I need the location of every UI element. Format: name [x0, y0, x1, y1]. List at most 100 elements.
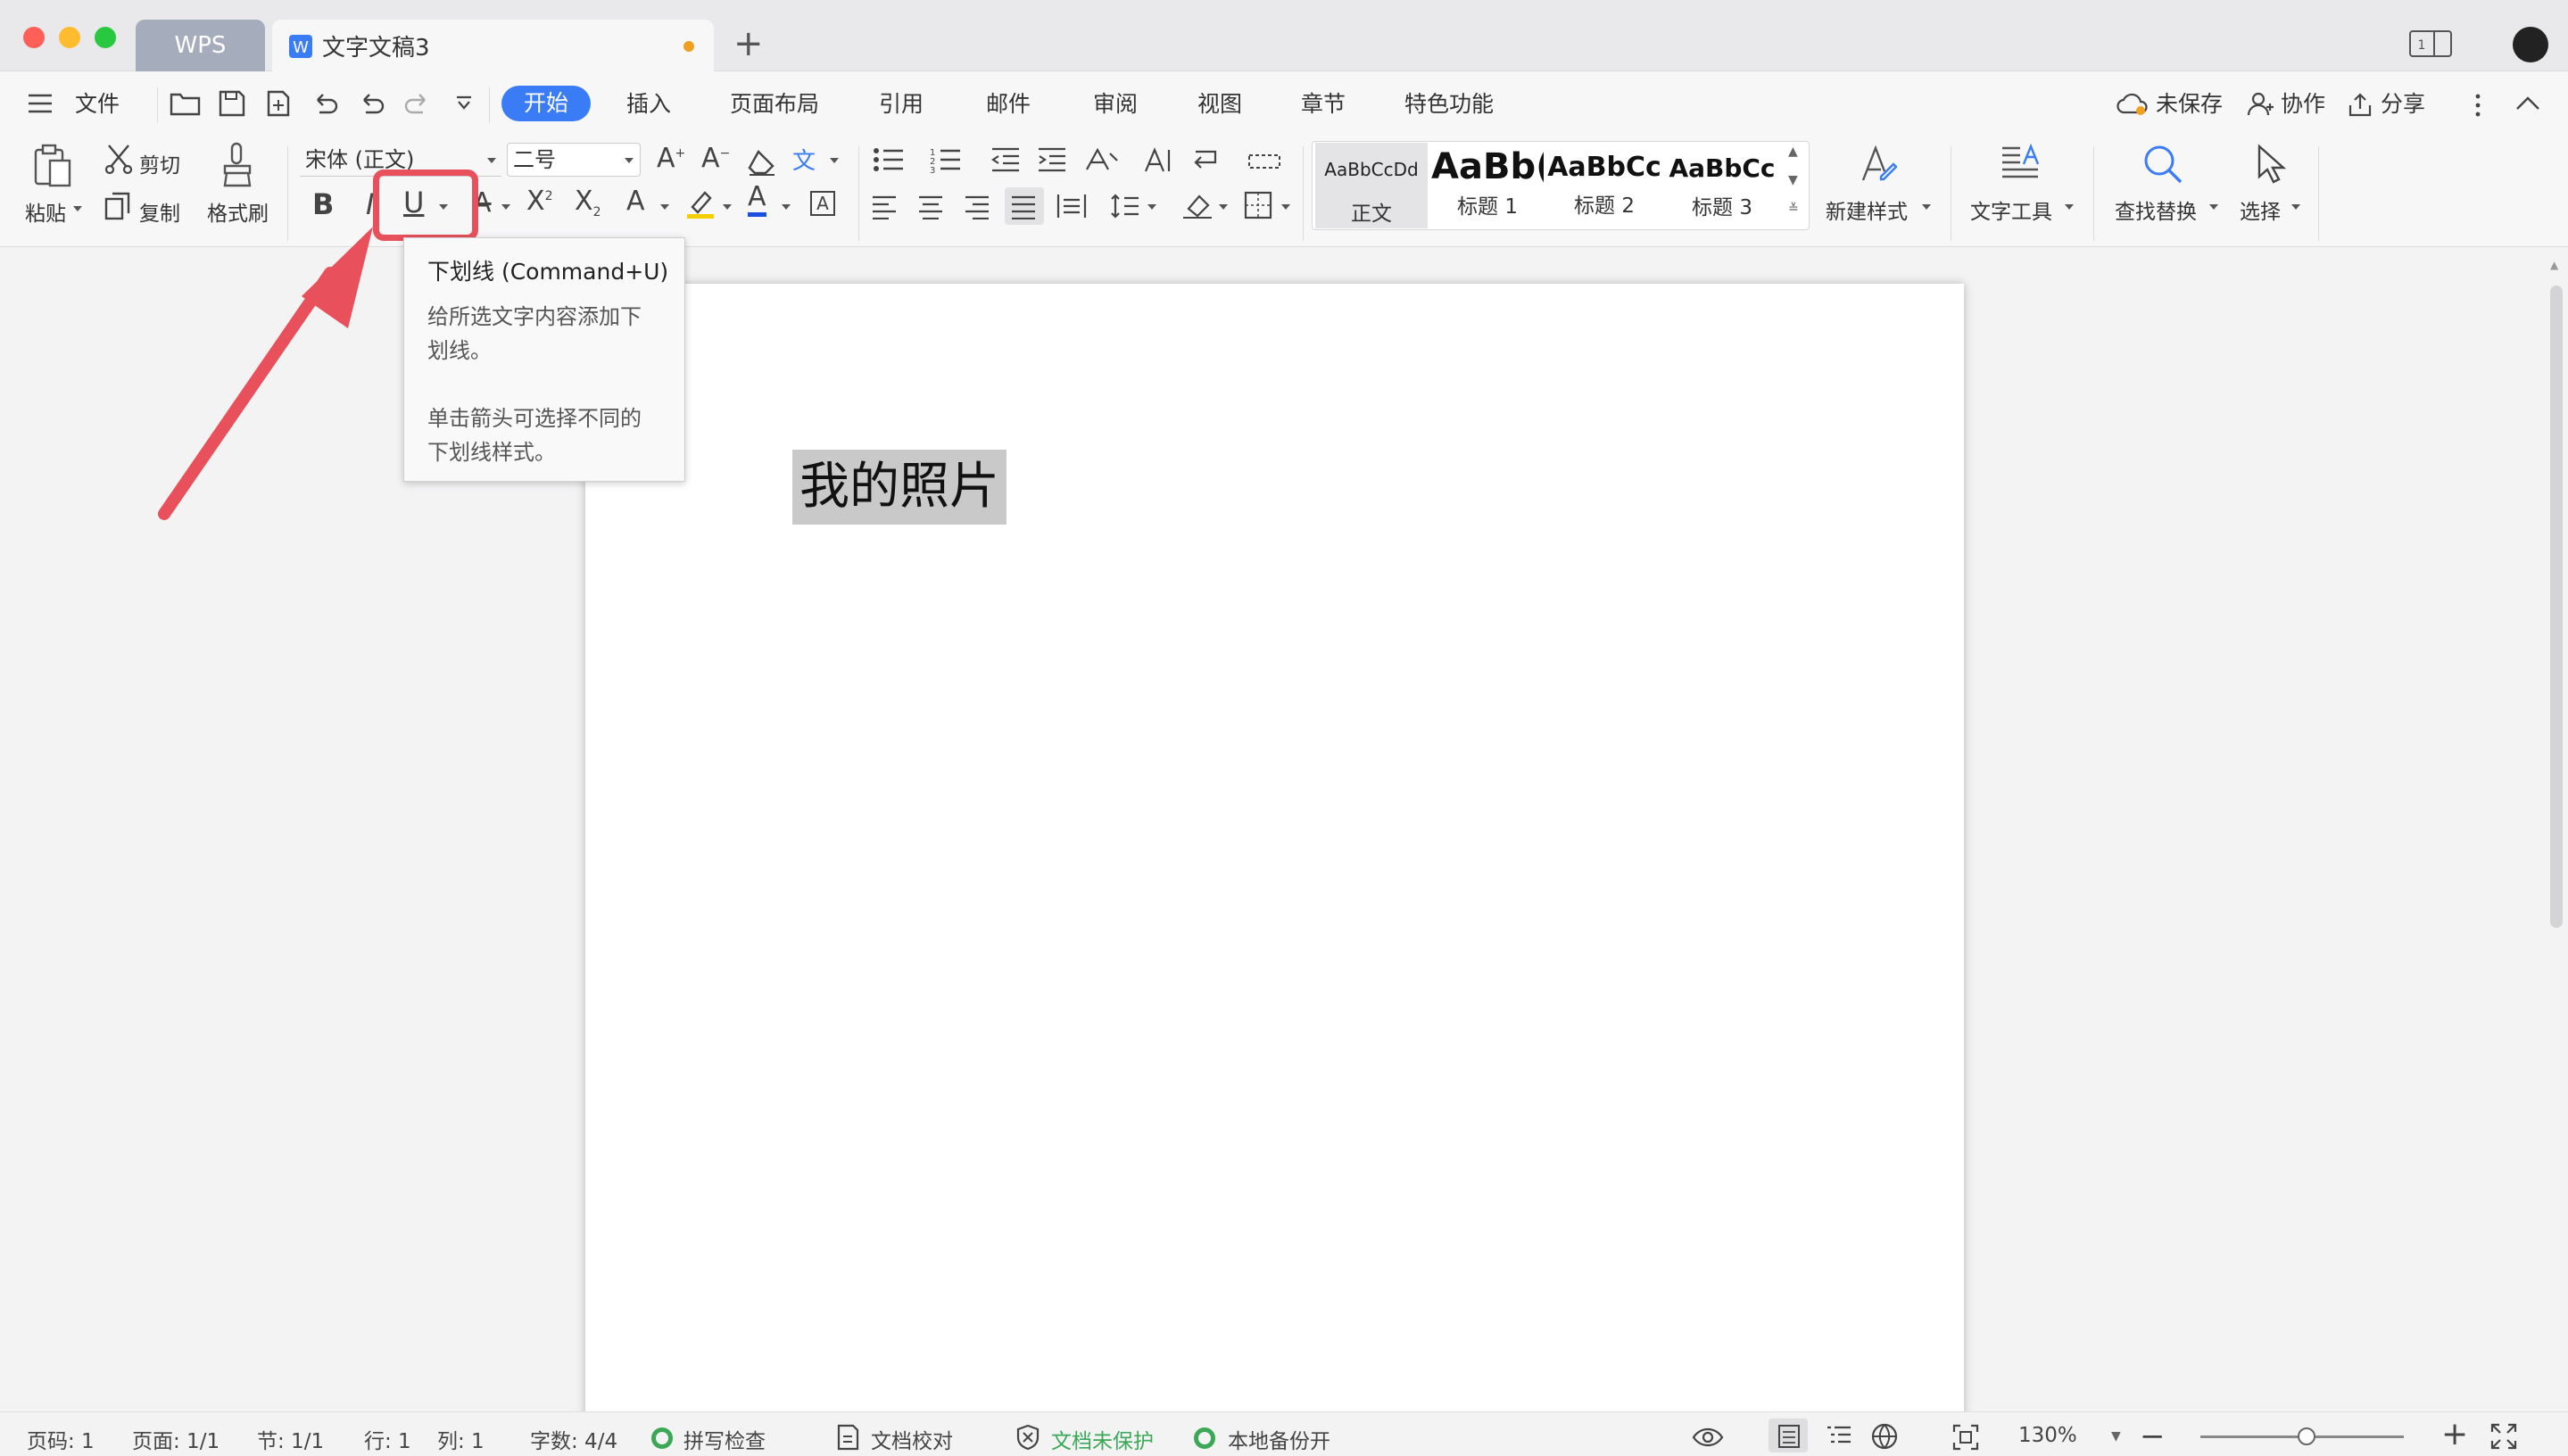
collapse-ribbon-icon[interactable]: [2514, 95, 2541, 112]
superscript-icon[interactable]: X2: [526, 186, 552, 217]
subscript-icon[interactable]: X2: [575, 186, 601, 219]
fullscreen-icon[interactable]: [2489, 1422, 2518, 1451]
close-window-button[interactable]: [23, 27, 45, 48]
cloud-unsaved-icon[interactable]: [2117, 91, 2149, 118]
status-page-code[interactable]: 页码: 1: [27, 1424, 95, 1454]
web-view-icon[interactable]: [1870, 1422, 1899, 1451]
status-page[interactable]: 页面: 1/1: [132, 1424, 220, 1454]
bold-icon[interactable]: B: [312, 187, 334, 221]
document-protection-icon[interactable]: [1015, 1424, 1040, 1451]
tab-view[interactable]: 视图: [1197, 88, 1242, 120]
select-cursor-icon[interactable]: [2254, 143, 2290, 186]
share-button[interactable]: 分享: [2381, 88, 2425, 120]
save-icon[interactable]: [218, 89, 246, 118]
line-spacing-icon[interactable]: [1110, 193, 1140, 219]
decrease-indent-icon[interactable]: [990, 146, 1021, 173]
justify-icon[interactable]: [1010, 194, 1037, 219]
paste-icon[interactable]: [32, 143, 73, 187]
tab-references[interactable]: 引用: [879, 88, 924, 120]
local-backup-status[interactable]: 本地备份开: [1228, 1424, 1330, 1454]
numbered-list-icon[interactable]: 123: [930, 146, 965, 173]
character-border-icon[interactable]: A: [810, 191, 835, 216]
copy-button[interactable]: 复制: [139, 196, 180, 227]
chinese-layout-icon[interactable]: [1083, 146, 1119, 173]
export-pdf-icon[interactable]: [264, 89, 293, 118]
undo-history-icon[interactable]: [357, 89, 385, 118]
style-normal[interactable]: AaBbCcDd 正文: [1315, 143, 1428, 228]
tab-insert[interactable]: 插入: [626, 88, 671, 120]
proofread-icon[interactable]: [835, 1424, 860, 1451]
align-left-icon[interactable]: [871, 194, 898, 219]
eye-protection-icon[interactable]: [1692, 1426, 1724, 1449]
undo-icon[interactable]: [311, 89, 339, 118]
find-replace-button[interactable]: 查找替换: [2115, 194, 2197, 225]
zoom-out-button[interactable]: −: [2140, 1419, 2166, 1454]
phonetic-guide-icon[interactable]: 文: [792, 143, 816, 176]
tab-special-features[interactable]: 特色功能: [1404, 88, 1494, 120]
decrease-font-size-icon[interactable]: A−: [701, 143, 730, 174]
status-section[interactable]: 节: 1/1: [257, 1424, 324, 1454]
style-heading-1[interactable]: AaBb( 标题 1: [1431, 143, 1544, 228]
status-column[interactable]: 列: 1: [437, 1424, 485, 1454]
find-replace-icon[interactable]: [2141, 143, 2184, 186]
text-effect-icon[interactable]: A: [626, 186, 645, 217]
increase-indent-icon[interactable]: [1037, 146, 1067, 173]
styles-expand-icon[interactable]: ≚: [1788, 202, 1799, 216]
fit-page-icon[interactable]: [1952, 1424, 1979, 1451]
tab-home[interactable]: 开始: [501, 86, 591, 121]
minimize-window-button[interactable]: [59, 27, 80, 48]
scroll-up-arrow-icon[interactable]: ▲: [2550, 259, 2558, 271]
user-avatar[interactable]: [2513, 27, 2548, 62]
sort-icon[interactable]: [1192, 146, 1228, 173]
select-button[interactable]: 选择: [2240, 194, 2281, 225]
tab-page-layout[interactable]: 页面布局: [730, 88, 819, 120]
unsaved-status[interactable]: 未保存: [2156, 88, 2223, 120]
align-right-icon[interactable]: [964, 194, 990, 219]
zoom-level[interactable]: 130%: [2018, 1424, 2077, 1447]
distributed-align-icon[interactable]: [1056, 193, 1087, 219]
new-style-button[interactable]: 新建样式: [1826, 194, 1908, 225]
zoom-slider-thumb[interactable]: [2297, 1427, 2315, 1445]
zoom-dropdown-icon[interactable]: ▼: [2111, 1429, 2121, 1444]
hamburger-menu-icon[interactable]: [27, 93, 54, 114]
font-color-icon[interactable]: A: [748, 182, 766, 217]
text-direction-icon[interactable]: [1142, 146, 1172, 175]
style-heading-3[interactable]: AaBbCc 标题 3: [1665, 143, 1779, 228]
more-options-icon[interactable]: [2472, 93, 2484, 118]
text-tools-button[interactable]: 文字工具: [1970, 194, 2052, 225]
selected-text[interactable]: 我的照片: [792, 450, 1006, 525]
zoom-in-button[interactable]: +: [2441, 1417, 2468, 1452]
format-painter-icon[interactable]: [220, 141, 255, 187]
proofread-button[interactable]: 文档校对: [871, 1424, 953, 1454]
font-size-select[interactable]: 二号: [507, 143, 641, 177]
styles-scroll-down-icon[interactable]: ▼: [1788, 173, 1798, 187]
new-tab-button[interactable]: +: [733, 21, 764, 66]
menu-file[interactable]: 文件: [75, 88, 120, 120]
paste-button[interactable]: 粘贴: [25, 196, 66, 227]
tab-review[interactable]: 审阅: [1093, 88, 1138, 120]
window-layout-icon[interactable]: 1: [2409, 30, 2452, 57]
quick-access-dropdown-icon[interactable]: [453, 93, 475, 114]
share-icon[interactable]: [2347, 91, 2373, 118]
outline-view-icon[interactable]: [1826, 1424, 1852, 1449]
new-style-icon[interactable]: [1858, 145, 1897, 186]
clear-format-icon[interactable]: [746, 146, 778, 177]
format-painter-button[interactable]: 格式刷: [207, 196, 269, 227]
status-word-count[interactable]: 字数: 4/4: [530, 1424, 617, 1454]
maximize-window-button[interactable]: [95, 27, 116, 48]
cut-button[interactable]: 剪切: [139, 148, 180, 178]
tab-document[interactable]: W 文字文稿3: [272, 20, 714, 72]
tab-wps[interactable]: WPS: [136, 20, 265, 71]
align-center-icon[interactable]: [917, 194, 944, 219]
show-marks-icon[interactable]: [1247, 150, 1281, 171]
borders-icon[interactable]: [1244, 191, 1272, 219]
spell-check-button[interactable]: 拼写检查: [683, 1424, 766, 1454]
tab-mailings[interactable]: 邮件: [986, 88, 1031, 120]
increase-font-size-icon[interactable]: A+: [657, 143, 685, 174]
scrollbar-thumb[interactable]: [2550, 285, 2563, 928]
document-protection-status[interactable]: 文档未保护: [1051, 1424, 1154, 1454]
cut-icon[interactable]: [104, 143, 134, 175]
collaborate-button[interactable]: 协作: [2281, 88, 2325, 120]
highlight-icon[interactable]: [685, 187, 717, 219]
styles-scroll-up-icon[interactable]: ▲: [1788, 145, 1798, 159]
